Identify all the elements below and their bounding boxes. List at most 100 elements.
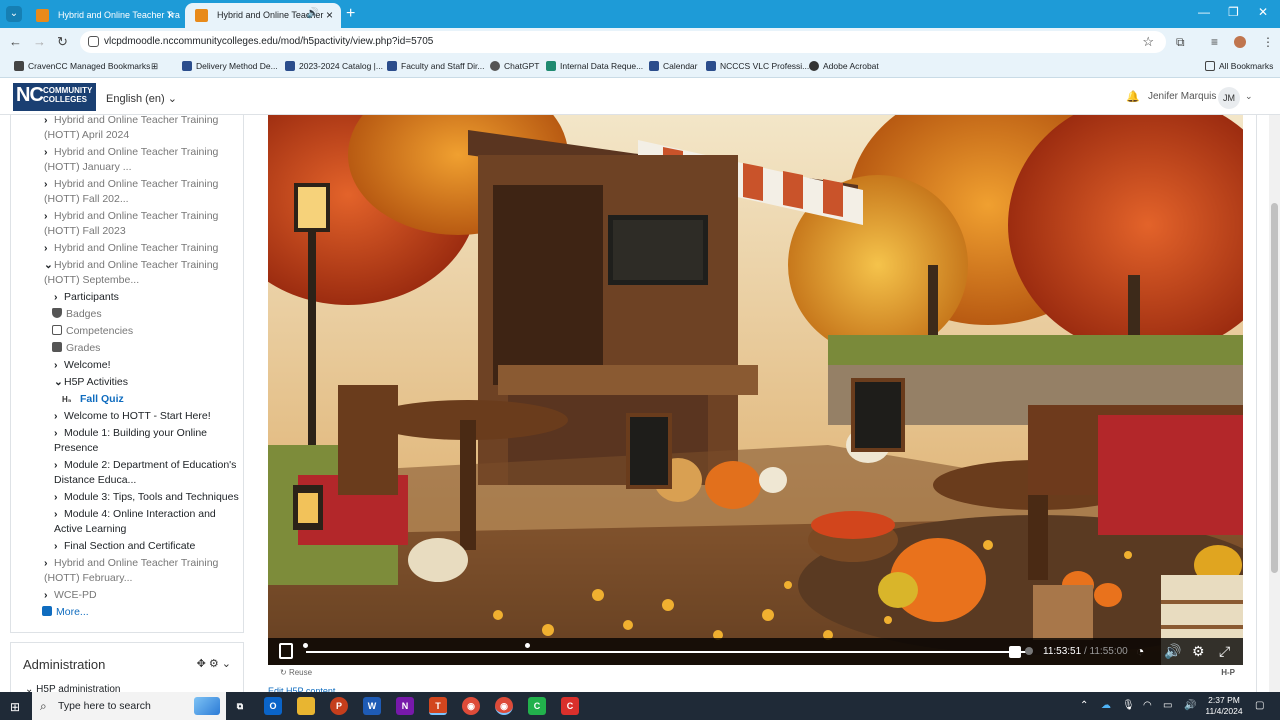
- bookmark[interactable]: Calendar: [649, 61, 698, 71]
- reuse-button[interactable]: ↻ Reuse: [280, 668, 312, 677]
- settings-gear-icon[interactable]: ⚙: [1192, 643, 1205, 660]
- profile-avatar-icon[interactable]: [1234, 36, 1246, 48]
- taskbar-clock[interactable]: 2:37 PM 11/4/2024: [1200, 695, 1248, 717]
- seek-bar[interactable]: [306, 651, 1029, 653]
- nav-section-welcome[interactable]: › Welcome!: [54, 358, 111, 373]
- camtasia-icon[interactable]: C: [528, 697, 546, 715]
- onenote-icon[interactable]: N: [396, 697, 414, 715]
- nav-section-h5p[interactable]: ⌄H5P Activities: [54, 375, 128, 390]
- nav-course-item[interactable]: › Hybrid and Online Teacher Training (HOT…: [44, 145, 224, 175]
- nav-participants[interactable]: › Participants: [54, 290, 119, 305]
- search-highlight-image: [194, 697, 220, 715]
- taskbar-search[interactable]: ⌕ Type here to search: [32, 692, 226, 720]
- bookmark[interactable]: NCCCS VLC Professi...: [706, 61, 809, 71]
- browser-tab[interactable]: Hybrid and Online Teacher Tra ×: [26, 3, 182, 28]
- nav-competencies[interactable]: Competencies: [52, 324, 133, 339]
- gear-icon[interactable]: ⚙: [209, 658, 219, 670]
- volume-tray-icon[interactable]: 🔊: [1184, 700, 1196, 711]
- seek-handle[interactable]: [1009, 646, 1021, 658]
- reading-list-icon[interactable]: ≡: [1211, 35, 1218, 49]
- restore-icon[interactable]: ❐: [1228, 5, 1239, 19]
- extensions-icon[interactable]: ⧉: [1176, 35, 1185, 50]
- bookmark-folder[interactable]: CravenCC Managed Bookmarks: [14, 61, 150, 71]
- chrome-active-icon[interactable]: ◉: [495, 697, 513, 715]
- bookmark[interactable]: Internal Data Reque...: [546, 61, 643, 71]
- avatar[interactable]: JM: [1218, 87, 1240, 109]
- chrome-icon[interactable]: ◉: [462, 697, 480, 715]
- bookmark[interactable]: Faculty and Staff Dir...: [387, 61, 484, 71]
- nav-section[interactable]: › Module 1: Building your Online Presence: [54, 426, 239, 456]
- close-window-icon[interactable]: ✕: [1258, 5, 1268, 19]
- nav-course-item[interactable]: › Hybrid and Online Teacher Training: [44, 241, 234, 256]
- word-icon[interactable]: W: [363, 697, 381, 715]
- bookmark[interactable]: 2023-2024 Catalog |...: [285, 61, 383, 71]
- back-icon[interactable]: ←: [9, 34, 22, 49]
- language-menu[interactable]: English (en) ⌄: [106, 92, 177, 105]
- tray-chevron-up-icon[interactable]: ⌃: [1080, 700, 1088, 711]
- nav-more-link[interactable]: More...: [42, 605, 89, 620]
- wifi-icon[interactable]: ◠: [1143, 700, 1152, 711]
- battery-icon[interactable]: ▭: [1163, 700, 1172, 711]
- fullscreen-icon[interactable]: ⤢: [1219, 643, 1230, 660]
- playback-speed-icon[interactable]: ◔: [1136, 643, 1144, 659]
- nav-course-item[interactable]: › Hybrid and Online Teacher Training (HOT…: [44, 556, 224, 586]
- h5p-logo[interactable]: H-P: [1221, 668, 1235, 677]
- video-frame[interactable]: [268, 115, 1243, 665]
- administration-block: Administration ✥ ⚙ ⌄ ⌄ H5P administratio…: [10, 642, 244, 697]
- windows-start-icon[interactable]: ⊞: [10, 700, 20, 714]
- url-bar[interactable]: vlcpdmoodle.nccommunitycolleges.edu/mod/…: [80, 31, 1166, 53]
- powerpoint-icon[interactable]: P: [330, 697, 348, 715]
- speaker-icon[interactable]: 🔊: [307, 8, 319, 19]
- bookmark[interactable]: Delivery Method De...: [182, 61, 278, 71]
- chevron-down-icon[interactable]: ⌄: [1245, 91, 1253, 102]
- all-bookmarks-folder[interactable]: All Bookmarks: [1205, 61, 1273, 71]
- volume-icon[interactable]: 🔊: [1164, 643, 1181, 660]
- nav-course-item[interactable]: › Hybrid and Online Teacher Training (HOT…: [44, 209, 224, 239]
- notification-bell-icon[interactable]: 🔔: [1126, 90, 1140, 103]
- outlook-icon[interactable]: O: [264, 697, 282, 715]
- nav-course-item[interactable]: › WCE-PD: [44, 588, 97, 603]
- move-icon[interactable]: ✥: [197, 658, 206, 670]
- scrollbar-thumb[interactable]: [1271, 203, 1278, 573]
- onedrive-icon[interactable]: ☁: [1101, 700, 1111, 711]
- nav-label: Final Section and Certificate: [64, 540, 196, 552]
- minimize-icon[interactable]: —: [1198, 5, 1210, 19]
- new-tab-button[interactable]: +: [346, 5, 355, 23]
- close-icon[interactable]: ×: [167, 8, 174, 22]
- play-pause-button[interactable]: [279, 643, 293, 659]
- nav-grades[interactable]: Grades: [52, 341, 100, 356]
- nav-course-item[interactable]: › Hybrid and Online Teacher Training (HOT…: [44, 177, 224, 207]
- user-name[interactable]: Jenifer Marquis: [1148, 91, 1216, 102]
- microphone-icon[interactable]: 🎙: [1122, 700, 1135, 711]
- nav-course-item-expanded[interactable]: ⌄Hybrid and Online Teacher Training (HOT…: [44, 258, 224, 288]
- block-actions[interactable]: ✥ ⚙ ⌄: [197, 657, 231, 670]
- page-scrollbar[interactable]: [1269, 115, 1280, 692]
- forward-icon[interactable]: →: [33, 34, 46, 49]
- bookmark-star-icon[interactable]: ☆: [1142, 34, 1154, 50]
- bookmark[interactable]: Adobe Acrobat: [809, 61, 879, 71]
- chevron-down-icon[interactable]: ⌄: [222, 658, 231, 670]
- nav-section[interactable]: › Module 3: Tips, Tools and Techniques: [54, 490, 243, 505]
- site-info-icon[interactable]: [88, 36, 99, 47]
- nav-section[interactable]: › Module 2: Department of Education's Dis…: [54, 458, 239, 488]
- browser-tab-active[interactable]: Hybrid and Online Teacher 🔊 ×: [185, 3, 341, 28]
- nav-activity-fall-quiz[interactable]: H₅ Fall Quiz: [62, 392, 124, 407]
- task-view-icon[interactable]: ⧉: [231, 697, 249, 715]
- close-icon[interactable]: ×: [326, 8, 333, 22]
- file-explorer-icon[interactable]: [297, 697, 315, 715]
- menu-kebab-icon[interactable]: ⋮: [1262, 35, 1274, 49]
- nav-section[interactable]: › Module 4: Online Interaction and Active…: [54, 507, 239, 537]
- nav-section[interactable]: › Final Section and Certificate: [54, 539, 195, 554]
- nav-course-item[interactable]: › Hybrid and Online Teacher Training (HOT…: [44, 115, 224, 143]
- reload-icon[interactable]: ↻: [57, 34, 68, 50]
- notifications-icon[interactable]: ▢: [1255, 700, 1264, 711]
- tab-search-button[interactable]: ⌄: [6, 6, 22, 22]
- teams-icon[interactable]: T: [429, 697, 447, 715]
- site-logo[interactable]: NC COMMUNITY COLLEGES: [13, 83, 96, 111]
- seek-bookmark-marker[interactable]: [525, 643, 530, 648]
- apps-grid-icon[interactable]: ⊞: [151, 61, 158, 72]
- snagit-icon[interactable]: C: [561, 697, 579, 715]
- nav-section[interactable]: › Welcome to HOTT - Start Here!: [54, 409, 211, 424]
- bookmark[interactable]: ChatGPT: [490, 61, 539, 71]
- nav-badges[interactable]: Badges: [52, 307, 102, 322]
